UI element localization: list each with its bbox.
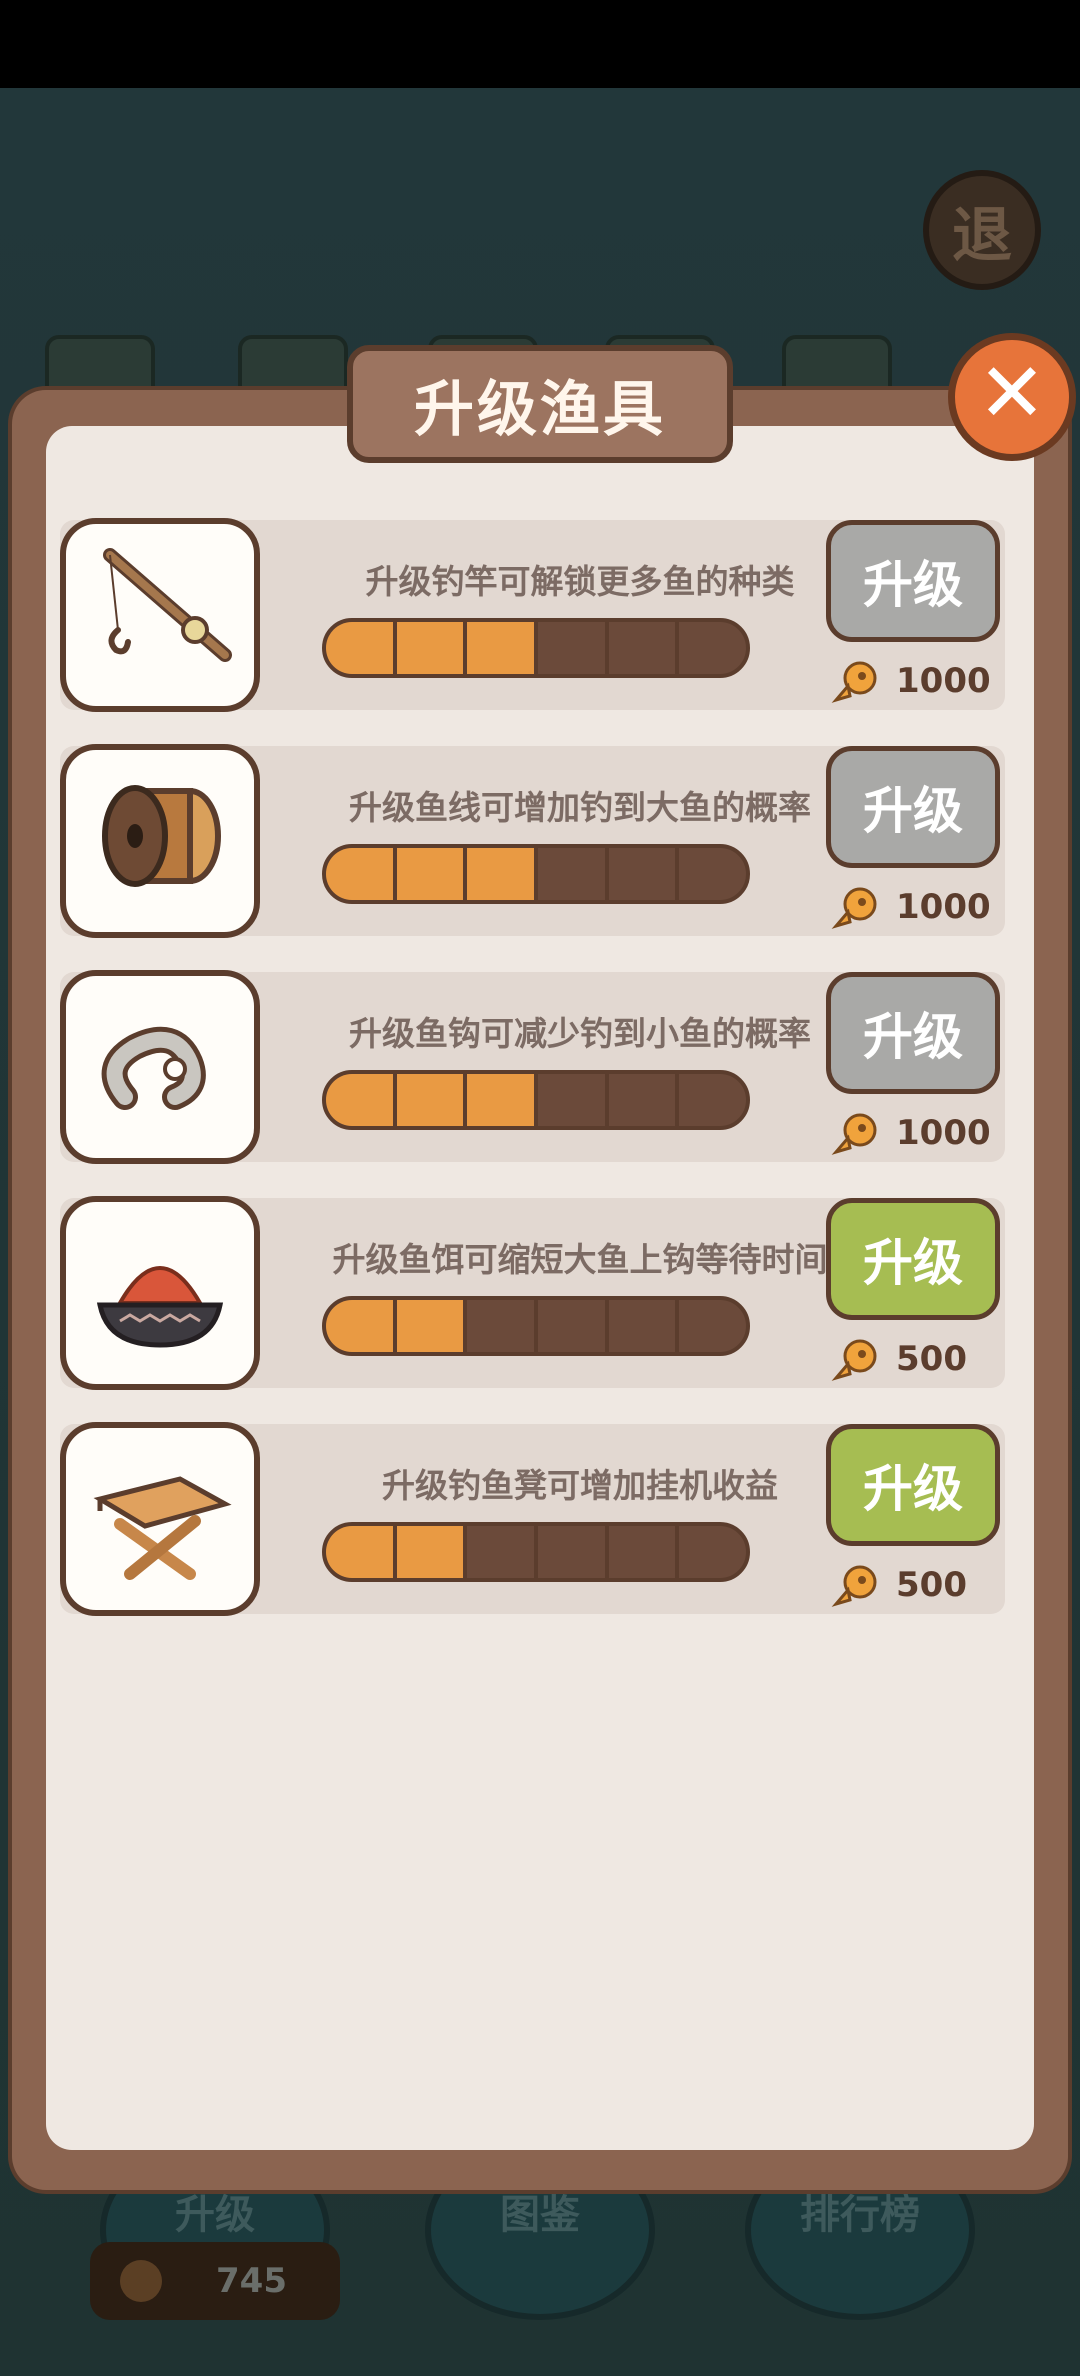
dialog-title-plate: 升级渔具 (347, 345, 733, 463)
coin-amount: 745 (216, 2261, 287, 2301)
progress-segment (609, 848, 680, 900)
fish-coin-icon (831, 1339, 877, 1381)
bottom-nav-label: 图鉴 (500, 2192, 580, 2238)
level-progress-bar (322, 844, 750, 904)
dialog-title: 升级渔具 (414, 374, 666, 445)
fishing-line-thumbnail (60, 744, 260, 938)
level-progress-bar (322, 1522, 750, 1582)
upgrade-cost-value: 500 (896, 1339, 967, 1379)
fish-hook-icon (101, 1026, 206, 1110)
progress-segment (396, 622, 468, 674)
progress-segment (609, 1526, 680, 1578)
progress-segment (609, 1300, 680, 1352)
progress-segment (396, 848, 468, 900)
upgrade-button[interactable]: 升级 (826, 746, 1000, 868)
background-slot (782, 335, 892, 395)
progress-segment (326, 1300, 397, 1352)
progress-segment (679, 1300, 746, 1352)
exit-button[interactable]: 退 (923, 170, 1041, 290)
level-progress-bar (322, 618, 750, 678)
progress-segment (679, 1074, 746, 1126)
upgrade-row-bait: 升级鱼饵可缩短大鱼上钩等待时间 升级 500 (60, 1196, 1005, 1390)
progress-segment (396, 1526, 468, 1578)
fishing-line-spool-icon (102, 785, 221, 887)
fish-coin-icon (831, 1113, 877, 1155)
progress-segment (538, 848, 609, 900)
progress-segment (326, 622, 397, 674)
progress-segment (326, 1074, 397, 1126)
progress-segment (538, 1526, 609, 1578)
upgrade-description: 升级钓鱼凳可增加挂机收益 (382, 1466, 778, 1505)
level-progress-bar (322, 1296, 750, 1356)
upgrade-button-label: 升级 (863, 556, 963, 614)
progress-segment (609, 1074, 680, 1126)
fish-hook-thumbnail (60, 970, 260, 1164)
coin-icon (120, 2260, 162, 2302)
progress-segment (467, 1526, 539, 1578)
bottom-nav-label: 排行榜 (800, 2192, 920, 2238)
upgrade-description: 升级鱼钩可减少钓到小鱼的概率 (349, 1014, 811, 1053)
upgrade-cost: 500 (830, 1336, 967, 1382)
upgrade-row-stool: 升级钓鱼凳可增加挂机收益 升级 500 (60, 1422, 1005, 1616)
fishing-stool-icon (93, 1476, 232, 1580)
fishing-stool-thumbnail (60, 1422, 260, 1616)
upgrade-button-label: 升级 (863, 1234, 963, 1292)
progress-segment (467, 1300, 539, 1352)
upgrade-button-label: 升级 (863, 1460, 963, 1518)
progress-segment (679, 622, 746, 674)
progress-segment (467, 848, 539, 900)
upgrade-description: 升级钓竿可解锁更多鱼的种类 (365, 562, 795, 601)
progress-segment (679, 1526, 746, 1578)
close-icon: ✕ (977, 346, 1047, 441)
upgrade-description: 升级鱼饵可缩短大鱼上钩等待时间 (332, 1240, 828, 1279)
fishing-rod-icon (103, 548, 232, 662)
exit-label: 退 (952, 200, 1012, 271)
progress-segment (467, 1074, 539, 1126)
fish-bait-thumbnail (60, 1196, 260, 1390)
upgrade-cost-value: 1000 (896, 661, 991, 701)
close-button[interactable]: ✕ (948, 333, 1076, 461)
fish-coin-icon (831, 887, 877, 929)
progress-segment (609, 622, 680, 674)
status-bar (0, 0, 1080, 88)
upgrade-cost-value: 1000 (896, 1113, 991, 1153)
fish-bait-bowl-icon (96, 1266, 224, 1348)
progress-segment (396, 1074, 468, 1126)
upgrade-cost: 1000 (830, 1110, 991, 1156)
upgrade-cost-value: 500 (896, 1565, 967, 1605)
upgrade-row-rod: 升级钓竿可解锁更多鱼的种类 升级 1000 (60, 518, 1005, 712)
upgrade-button[interactable]: 升级 (826, 972, 1000, 1094)
upgrade-cost-value: 1000 (896, 887, 991, 927)
progress-segment (396, 1300, 468, 1352)
fishing-rod-thumbnail (60, 518, 260, 712)
upgrade-cost: 1000 (830, 658, 991, 704)
progress-segment (679, 848, 746, 900)
fish-coin-icon (831, 1565, 877, 1607)
upgrade-button[interactable]: 升级 (826, 1198, 1000, 1320)
progress-segment (326, 848, 397, 900)
upgrade-description: 升级鱼线可增加钓到大鱼的概率 (349, 788, 811, 827)
background-slot (45, 335, 155, 395)
upgrade-cost: 500 (830, 1562, 967, 1608)
upgrade-button[interactable]: 升级 (826, 520, 1000, 642)
progress-segment (538, 622, 609, 674)
upgrade-button-label: 升级 (863, 782, 963, 840)
upgrade-row-hook: 升级鱼钩可减少钓到小鱼的概率 升级 1000 (60, 970, 1005, 1164)
progress-segment (538, 1300, 609, 1352)
background-slot (238, 335, 348, 395)
progress-segment (326, 1526, 397, 1578)
progress-segment (538, 1074, 609, 1126)
fish-coin-icon (831, 661, 877, 703)
upgrade-button[interactable]: 升级 (826, 1424, 1000, 1546)
upgrade-cost: 1000 (830, 884, 991, 930)
level-progress-bar (322, 1070, 750, 1130)
coin-counter: 745 (90, 2242, 340, 2320)
upgrade-row-line: 升级鱼线可增加钓到大鱼的概率 升级 1000 (60, 744, 1005, 938)
progress-segment (467, 622, 539, 674)
upgrade-button-label: 升级 (863, 1008, 963, 1066)
